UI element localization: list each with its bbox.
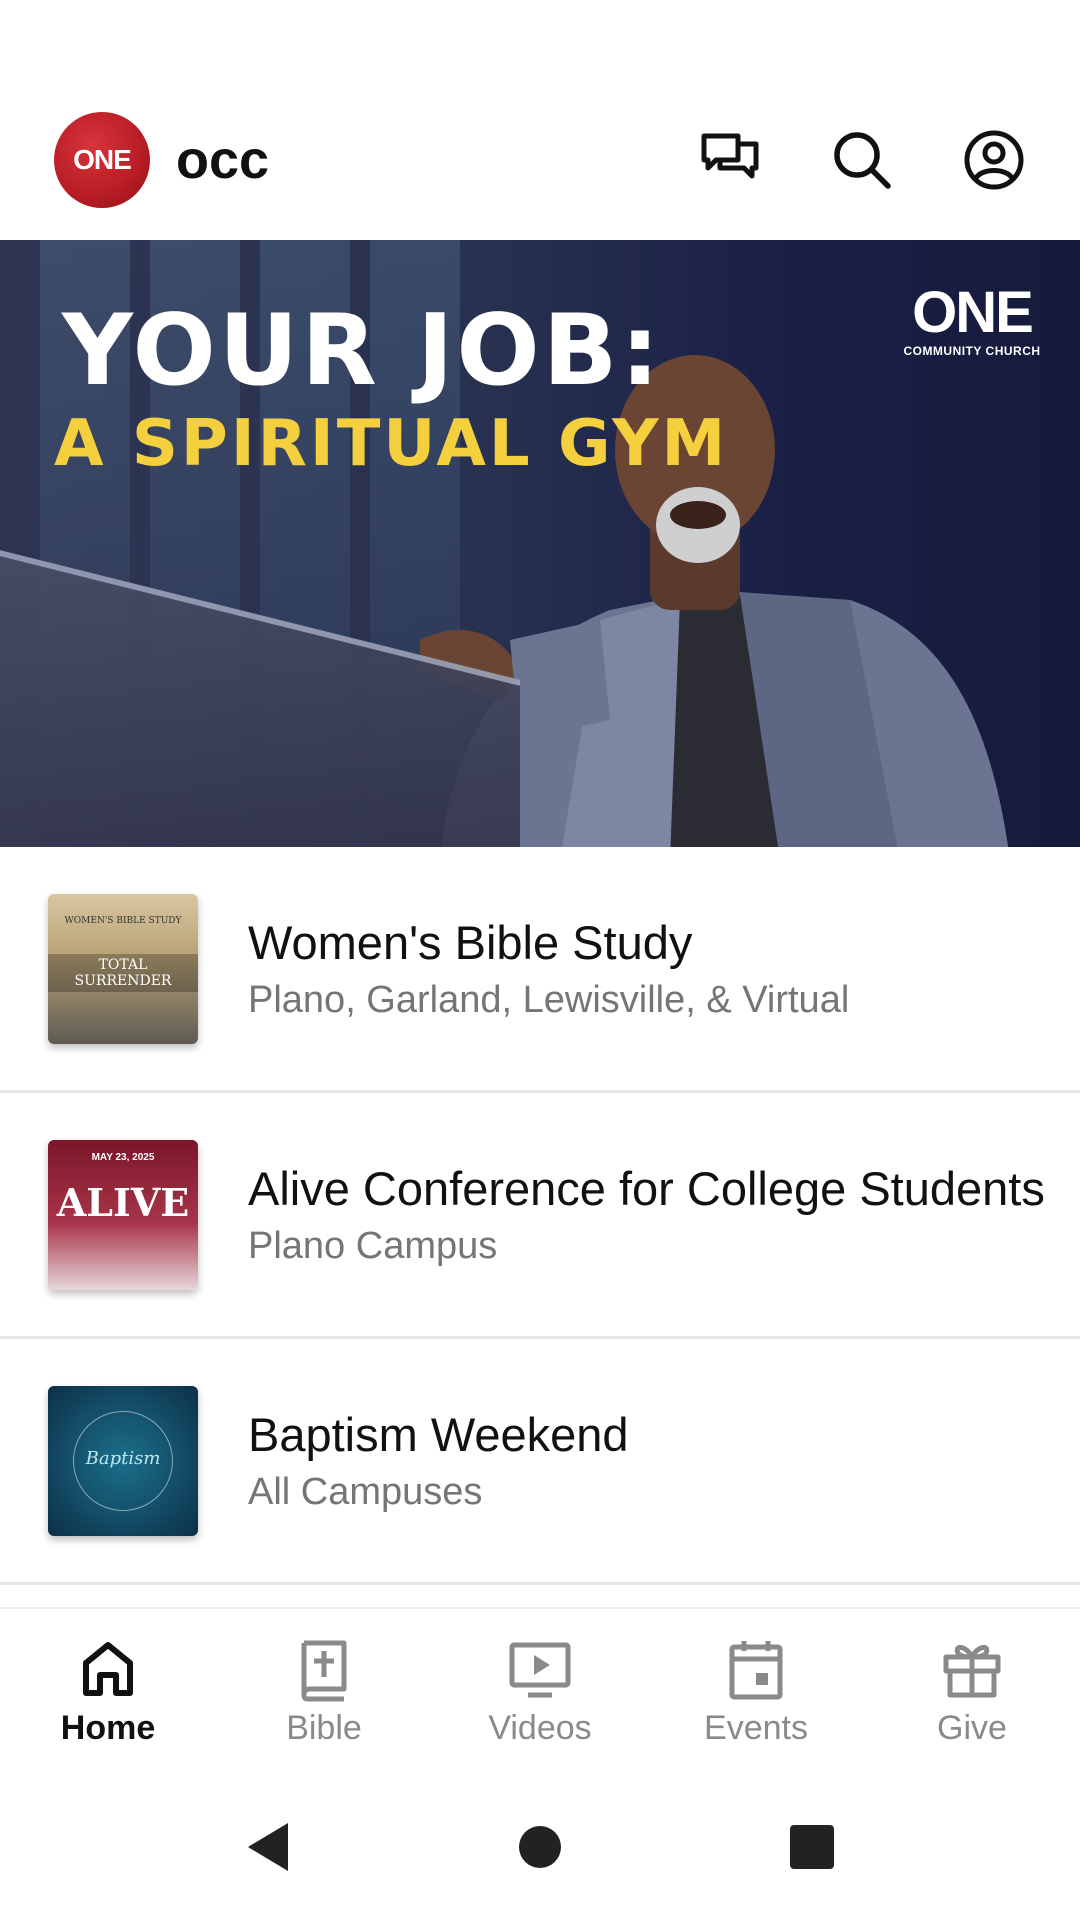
video-icon <box>509 1642 571 1697</box>
brand-logo: ONE COMMUNITY CHURCH <box>902 280 1042 359</box>
list-item-subtitle: Plano, Garland, Lewisville, & Virtual <box>248 979 850 1022</box>
list-item-title: Alive Conference for College Students <box>248 1161 1045 1215</box>
account-icon[interactable] <box>962 128 1026 192</box>
thumbnail-caption: WOMEN'S BIBLE STUDY <box>64 915 182 926</box>
list-item-subtitle: Plano Campus <box>248 1225 498 1268</box>
list-item-text: Women's Bible Study Plano, Garland, Lewi… <box>248 915 1048 1022</box>
header-actions <box>698 128 1026 192</box>
event-thumbnail: WOMEN'S BIBLE STUDY TOTAL SURRENDER <box>48 893 198 1044</box>
app-title: occ <box>176 130 270 190</box>
recents-icon <box>790 1824 834 1869</box>
thumbnail-title: TOTAL SURRENDER <box>48 953 198 992</box>
nav-item-videos[interactable]: Videos <box>432 1609 648 1773</box>
nav-label: Events <box>704 1708 808 1747</box>
home-icon <box>83 1641 133 1696</box>
event-thumbnail: Baptism <box>48 1385 198 1536</box>
recents-button[interactable] <box>786 1821 838 1873</box>
list-item[interactable]: WOMEN'S BIBLE STUDY TOTAL SURRENDER Wome… <box>0 847 1080 1093</box>
app-header: ONE occ <box>0 80 1080 240</box>
list-item-subtitle: All Campuses <box>248 1471 483 1514</box>
hero-banner[interactable]: YOUR JOB: A SPIRITUAL GYM ONE COMMUNITY … <box>0 240 1080 847</box>
nav-item-home[interactable]: Home <box>0 1609 216 1773</box>
list-item-text: Baptism Weekend All Campuses <box>248 1407 1048 1514</box>
app-root: ONE occ YOUR JOB: A SPIRITUAL GYM ONE CO… <box>0 0 1080 1920</box>
chat-icon[interactable] <box>698 128 762 192</box>
nav-label: Bible <box>286 1708 362 1747</box>
bottom-navigation: Home Bible Videos Events Give <box>0 1607 1080 1773</box>
nav-item-events[interactable]: Events <box>648 1609 864 1773</box>
nav-label: Videos <box>488 1708 592 1747</box>
calendar-icon <box>729 1640 783 1699</box>
back-button[interactable] <box>242 1821 294 1873</box>
list-item-text: Alive Conference for College Students Pl… <box>248 1161 1048 1268</box>
brand-logo-sub: COMMUNITY CHURCH <box>903 344 1041 358</box>
list-item-title: Women's Bible Study <box>248 915 693 969</box>
home-button[interactable] <box>514 1821 566 1873</box>
home-circle-icon <box>519 1825 561 1868</box>
nav-label: Give <box>937 1708 1007 1747</box>
back-icon <box>248 1822 288 1871</box>
events-list: WOMEN'S BIBLE STUDY TOTAL SURRENDER Wome… <box>0 847 1080 1585</box>
thumbnail-title: Baptism <box>85 1447 161 1469</box>
status-bar <box>0 0 1080 80</box>
list-item[interactable]: Baptism Baptism Weekend All Campuses <box>0 1339 1080 1585</box>
list-item-title: Baptism Weekend <box>248 1407 629 1461</box>
gift-icon <box>943 1644 1001 1697</box>
bible-icon <box>301 1640 347 1701</box>
hero-title: YOUR JOB: <box>62 294 663 408</box>
nav-item-give[interactable]: Give <box>864 1609 1080 1773</box>
thumbnail-title: ALIVE <box>56 1179 190 1225</box>
list-item[interactable]: MAY 23, 2025 ALIVE Alive Conference for … <box>0 1093 1080 1339</box>
nav-label: Home <box>60 1708 156 1747</box>
hero-subtitle: A SPIRITUAL GYM <box>54 407 729 481</box>
system-navigation-bar <box>0 1773 1080 1920</box>
brand-logo-main: ONE <box>912 280 1034 345</box>
thumbnail-caption: MAY 23, 2025 <box>91 1151 155 1163</box>
event-thumbnail: MAY 23, 2025 ALIVE <box>48 1139 198 1290</box>
nav-item-bible[interactable]: Bible <box>216 1609 432 1773</box>
church-logo[interactable]: ONE <box>54 112 150 208</box>
search-icon[interactable] <box>830 128 894 192</box>
